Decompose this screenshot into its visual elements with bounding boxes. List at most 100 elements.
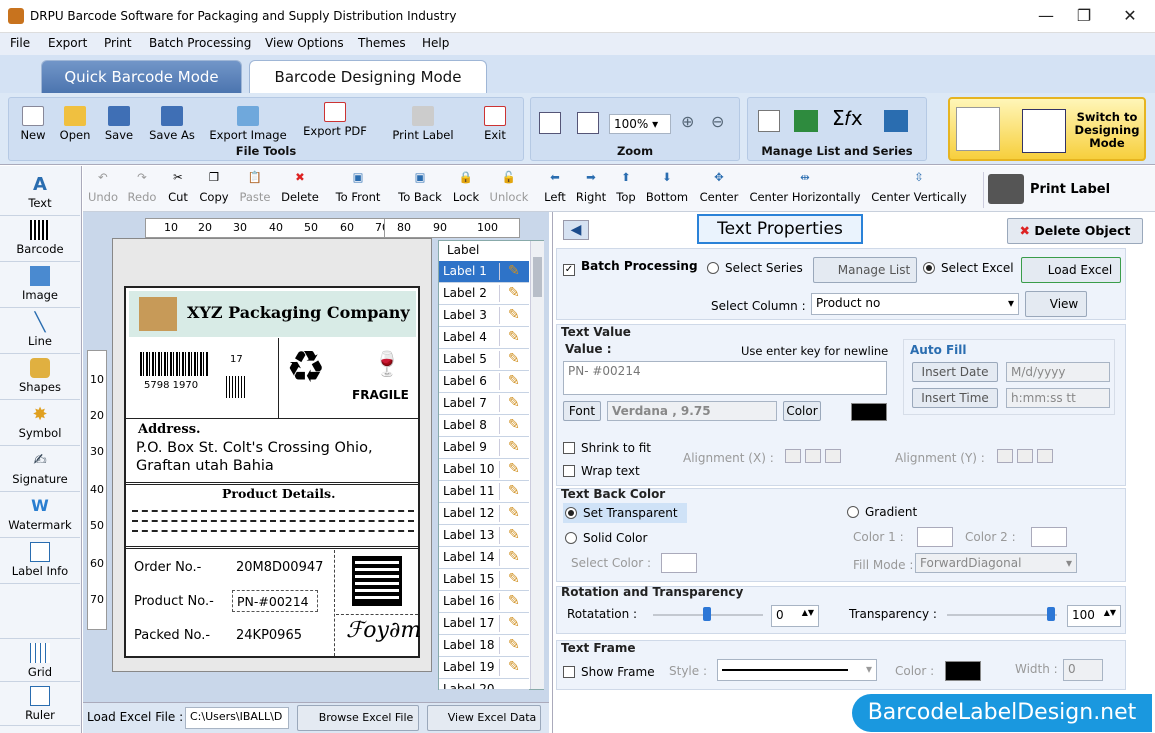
export-pdf-button[interactable]: Export PDF (301, 102, 369, 138)
sigma-fx-icon[interactable]: Σ𝑓x (832, 106, 863, 130)
time-format-select[interactable]: h:mm:ss tt (1006, 388, 1110, 408)
export-image-button[interactable]: Export Image (207, 106, 289, 142)
edit-pencil-icon[interactable] (499, 615, 527, 632)
product-no-value-selected[interactable]: PN-#00214 (232, 590, 318, 612)
grid-tool[interactable]: Grid (0, 638, 80, 682)
menu-file[interactable]: File (10, 36, 30, 50)
edit-pencil-icon[interactable] (499, 285, 527, 302)
packed-no-value[interactable]: 24KP0965 (236, 628, 302, 643)
close-button[interactable]: ✕ (1108, 4, 1152, 28)
label-list-item[interactable]: Label 10 (439, 459, 529, 481)
align-x-right-icon[interactable] (825, 449, 841, 463)
gradient-radio[interactable]: Gradient (847, 505, 917, 519)
excel-icon[interactable] (794, 110, 818, 132)
address-heading[interactable]: Address. (138, 422, 201, 437)
align-y-middle-icon[interactable] (1017, 449, 1033, 463)
ruler-tool[interactable]: Ruler (0, 682, 80, 726)
barcode-tool[interactable]: Barcode (0, 216, 80, 262)
align-bottom-button[interactable]: ⬇ Bottom (645, 170, 689, 204)
color-button[interactable]: Color (783, 401, 821, 421)
edit-pencil-icon[interactable] (499, 527, 527, 544)
insert-time-button[interactable]: Insert Time (912, 388, 998, 408)
cut-button[interactable]: ✂ Cut (165, 170, 191, 204)
to-front-button[interactable]: ▣ To Front (333, 170, 383, 204)
edit-pencil-icon[interactable] (499, 329, 527, 346)
center-horizontally-button[interactable]: ⇹ Center Horizontally (749, 170, 861, 204)
edit-pencil-icon[interactable] (499, 307, 527, 324)
packed-no-label[interactable]: Packed No.- (134, 628, 210, 643)
rotation-input[interactable]: 0 ▲▼ (771, 605, 819, 627)
insert-date-button[interactable]: Insert Date (912, 362, 998, 382)
edit-list-icon[interactable] (758, 110, 780, 132)
align-top-button[interactable]: ⬆ Top (613, 170, 639, 204)
edit-pencil-icon[interactable] (499, 549, 527, 566)
back-color-swatch[interactable] (661, 553, 697, 573)
redo-button[interactable]: ↷ Redo (125, 170, 159, 204)
label-list-item[interactable]: Label 18 (439, 635, 529, 657)
date-format-select[interactable]: M/d/yyyy (1006, 362, 1110, 382)
print-label-ribbon-button[interactable]: Print Label (389, 106, 457, 142)
align-x-center-icon[interactable] (805, 449, 821, 463)
qr-code[interactable] (352, 556, 402, 606)
symbol-tool[interactable]: ✸ Symbol (0, 400, 80, 446)
paste-button[interactable]: 📋 Paste (237, 170, 273, 204)
transparency-input[interactable]: 100 ▲▼ (1067, 605, 1121, 627)
tab-quick-barcode-mode[interactable]: Quick Barcode Mode (41, 60, 242, 94)
list-scrollbar[interactable] (530, 241, 544, 689)
label-list-item[interactable]: Label 7 (439, 393, 529, 415)
set-transparent-radio[interactable]: Set Transparent (563, 503, 687, 523)
series-icon[interactable] (884, 110, 908, 132)
undo-button[interactable]: ↶ Undo (87, 170, 119, 204)
edit-pencil-icon[interactable] (499, 417, 527, 434)
company-name[interactable]: XYZ Packaging Company (187, 303, 410, 322)
label-list-item[interactable]: Label 20 (439, 679, 529, 690)
text-tool[interactable]: A Text (0, 170, 80, 216)
save-as-button[interactable]: Save As (145, 106, 199, 142)
transparency-slider-thumb[interactable] (1047, 607, 1055, 621)
gradient-color-2-swatch[interactable] (1031, 527, 1067, 547)
save-button[interactable]: Save (101, 106, 137, 142)
view-button[interactable]: View (1025, 291, 1087, 317)
fit-to-window-icon[interactable] (577, 112, 599, 134)
line-tool[interactable]: ╲ Line (0, 308, 80, 354)
select-excel-radio[interactable]: Select Excel (923, 261, 1014, 275)
copy-button[interactable]: ❐ Copy (197, 170, 231, 204)
maximize-button[interactable]: ❐ (1062, 4, 1106, 28)
label-list-item[interactable]: Label 19 (439, 657, 529, 679)
barcode-1d[interactable] (140, 352, 208, 376)
unlock-button[interactable]: 🔓 Unlock (487, 170, 531, 204)
delete-object-button[interactable]: ✖ Delete Object (1007, 218, 1143, 244)
align-right-button[interactable]: ➡ Right (575, 170, 607, 204)
recycle-icon[interactable]: ♻ (286, 346, 325, 390)
label-list-item[interactable]: Label 16 (439, 591, 529, 613)
select-series-radio[interactable]: Select Series (707, 261, 803, 275)
shrink-to-fit-checkbox[interactable]: Shrink to fit (563, 441, 651, 455)
rotation-slider-thumb[interactable] (703, 607, 711, 621)
edit-pencil-icon[interactable] (499, 505, 527, 522)
excel-path-input[interactable]: C:\Users\IBALL\D (185, 707, 289, 729)
wrap-text-checkbox[interactable]: Wrap text (563, 464, 640, 478)
print-label-button[interactable]: Print Label (983, 172, 1153, 208)
load-excel-button[interactable]: Load Excel (1021, 257, 1121, 283)
address-line-1[interactable]: P.O. Box St. Colt's Crossing Ohio, (136, 440, 373, 456)
label-info-tool[interactable]: Label Info (0, 538, 80, 584)
open-button[interactable]: Open (57, 106, 93, 142)
lock-button[interactable]: 🔒 Lock (451, 170, 481, 204)
menu-themes[interactable]: Themes (358, 36, 406, 50)
list-scrollbar-thumb[interactable] (533, 257, 542, 297)
to-back-button[interactable]: ▣ To Back (395, 170, 445, 204)
edit-pencil-icon[interactable] (499, 483, 527, 500)
frame-width-input[interactable]: 0 (1063, 659, 1103, 681)
label-list-item[interactable]: Label 2 (439, 283, 529, 305)
actual-size-icon[interactable] (539, 112, 561, 134)
switch-to-designing-mode-button[interactable]: Switch to Designing Mode (948, 97, 1146, 161)
gradient-color-1-swatch[interactable] (917, 527, 953, 547)
label-list-item[interactable]: Label 5 (439, 349, 529, 371)
small-barcode[interactable] (226, 376, 246, 398)
font-button[interactable]: Font (563, 401, 601, 421)
browse-excel-button[interactable]: Browse Excel File (297, 705, 419, 731)
label-list-item[interactable]: Label 4 (439, 327, 529, 349)
back-arrow-icon[interactable]: ◀ (563, 220, 589, 240)
menu-view-options[interactable]: View Options (265, 36, 344, 50)
select-column-dropdown[interactable]: Product no ▾ (811, 293, 1019, 315)
